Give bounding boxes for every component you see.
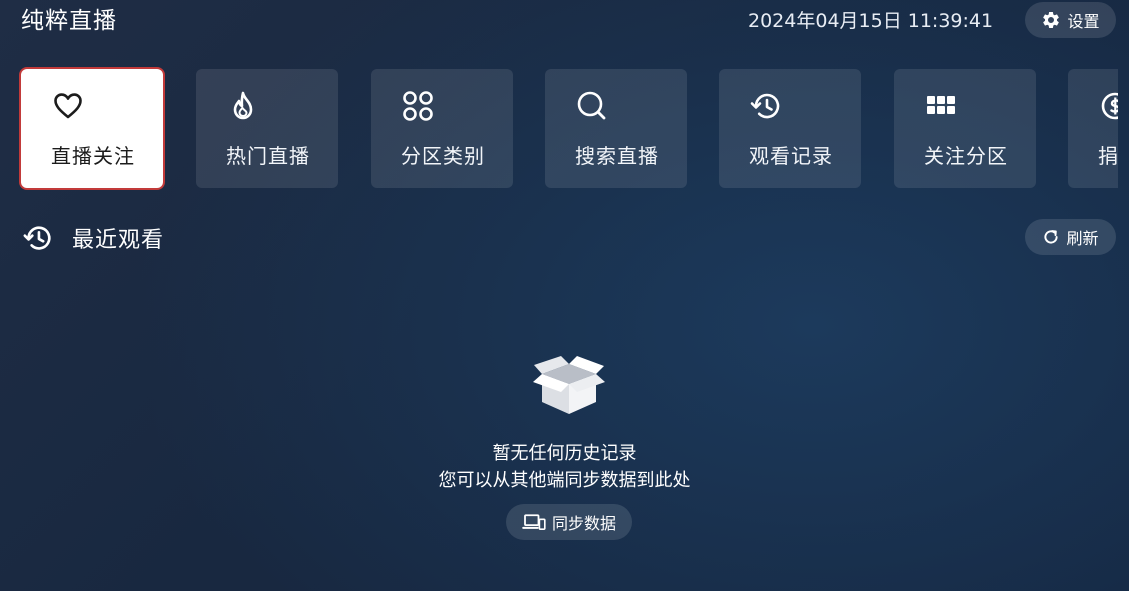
refresh-label: 刷新 [1066, 229, 1099, 248]
tile-donate[interactable]: 捐 [1068, 69, 1118, 188]
empty-state-hint: 您可以从其他端同步数据到此处 [438, 470, 691, 491]
tile-label: 观看记录 [749, 144, 833, 168]
devices-icon [522, 513, 546, 531]
refresh-icon [1042, 228, 1060, 246]
empty-state-message: 暂无任何历史记录 [492, 443, 637, 464]
tile-followed-categories[interactable]: 关注分区 [894, 69, 1036, 188]
recent-section-header: 最近观看 [22, 222, 164, 254]
history-icon [22, 222, 54, 254]
sync-data-label: 同步数据 [551, 514, 616, 533]
section-title: 最近观看 [72, 228, 165, 253]
search-icon [575, 89, 609, 123]
tile-label: 热门直播 [226, 144, 310, 168]
sync-data-button[interactable]: 同步数据 [506, 504, 632, 540]
tile-follow-live[interactable]: 直播关注 [21, 69, 163, 188]
tile-label: 捐 [1098, 144, 1118, 168]
tile-watch-history[interactable]: 观看记录 [719, 69, 861, 188]
tile-label: 分区类别 [401, 144, 485, 168]
category-grid-icon [401, 89, 435, 123]
donate-icon [1098, 89, 1118, 123]
tile-label: 关注分区 [924, 144, 1008, 168]
history-icon [749, 89, 783, 123]
nav-tile-row: 直播关注 热门直播 分区类别 搜索直播 观看记录 关注分区 捐 [0, 0, 1118, 200]
tile-label: 直播关注 [51, 144, 135, 168]
tile-search-live[interactable]: 搜索直播 [545, 69, 687, 188]
tile-categories[interactable]: 分区类别 [371, 69, 513, 188]
tile-hot-live[interactable]: 热门直播 [196, 69, 338, 188]
flame-icon [226, 89, 260, 123]
apps-grid-icon [924, 89, 958, 123]
tile-label: 搜索直播 [575, 144, 659, 168]
heart-icon [51, 89, 85, 123]
refresh-button[interactable]: 刷新 [1025, 219, 1116, 255]
open-box-icon [531, 352, 607, 418]
